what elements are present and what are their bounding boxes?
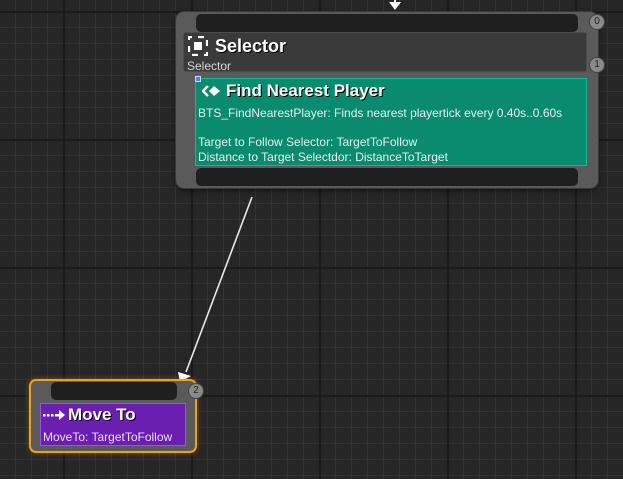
selector-execution-index-badge: 0 (590, 15, 604, 29)
service-breakpoint-marker (195, 76, 201, 82)
move-to-subtitle: MoveTo: TargetToFollow (43, 430, 173, 444)
selector-header[interactable]: Selector Selector (183, 32, 587, 73)
selector-icon (188, 36, 208, 56)
find-nearest-player-service[interactable]: Find Nearest Player BTS_FindNearestPlaye… (195, 76, 587, 166)
selector-child-index-badge: 1 (590, 58, 604, 72)
selector-input-pin[interactable] (196, 14, 578, 32)
incoming-wire-arrowhead (389, 2, 401, 10)
move-to-title: Move To (68, 405, 136, 424)
selector-subtitle: Selector (187, 59, 232, 73)
service-icon (202, 85, 220, 97)
selector-title: Selector (215, 36, 287, 56)
selector-to-moveto-wire (185, 196, 253, 373)
move-to-task-body[interactable]: Move To MoveTo: TargetToFollow (40, 403, 186, 446)
service-description: BTS_FindNearestPlayer: Finds nearest pla… (198, 106, 563, 120)
behavior-tree-graph-canvas[interactable]: 0 Selector Selector 1 Find Nearest Playe… (0, 0, 623, 479)
service-distance-selector: Distance to Target Selectdor: DistanceTo… (198, 150, 448, 164)
selector-output-pin[interactable] (196, 168, 578, 186)
service-title: Find Nearest Player (226, 81, 385, 100)
move-to-icon (43, 410, 65, 420)
move-to-node[interactable]: 2 Move To MoveTo: TargetToFollow (29, 379, 203, 453)
move-to-input-pin[interactable] (51, 382, 177, 400)
service-target-selector: Target to Follow Selector: TargetToFollo… (198, 135, 418, 149)
selector-node[interactable]: 0 Selector Selector 1 Find Nearest Playe… (176, 12, 604, 188)
move-to-execution-index-badge: 2 (189, 384, 203, 398)
